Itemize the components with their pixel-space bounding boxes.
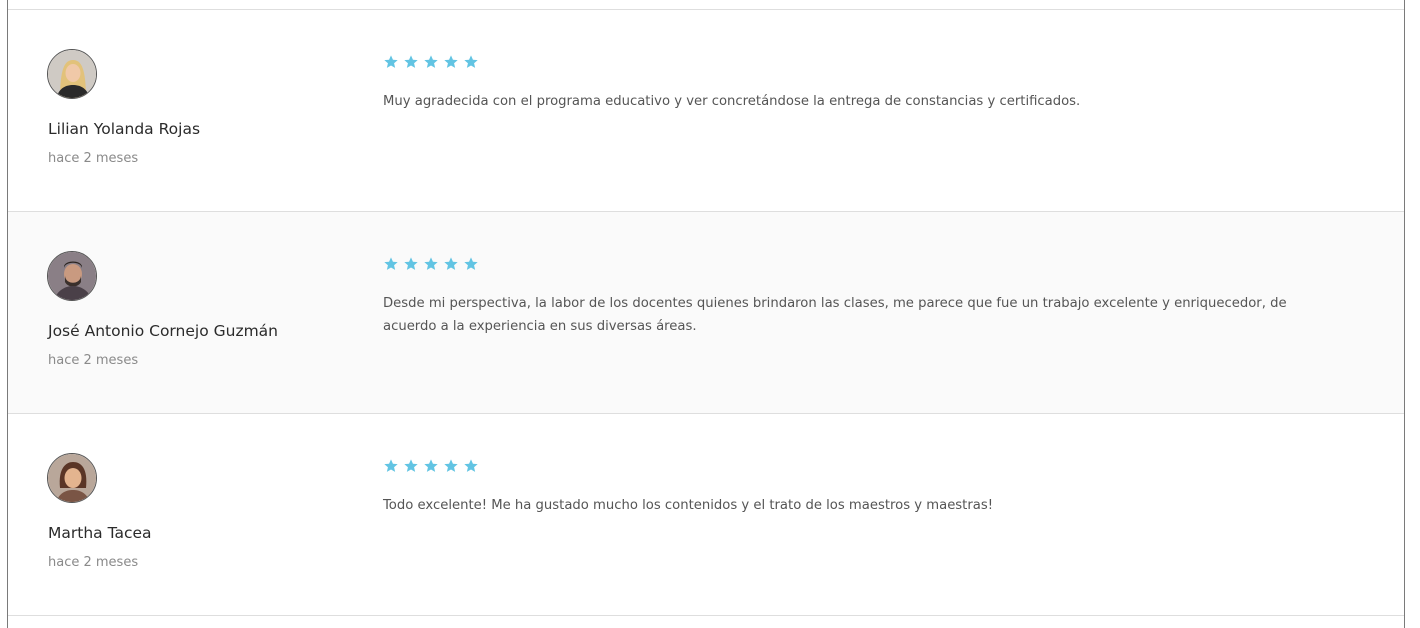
star-icon <box>423 256 439 272</box>
star-rating <box>383 256 479 274</box>
review-time: hace 2 meses <box>48 555 139 570</box>
star-icon <box>403 458 419 474</box>
review-item: Martha Tacea hace 2 meses Todo excelente… <box>8 413 1404 615</box>
star-icon <box>383 458 399 474</box>
star-icon <box>423 54 439 70</box>
star-icon <box>443 54 459 70</box>
star-rating <box>383 458 479 476</box>
star-icon <box>443 256 459 272</box>
review-comment: Todo excelente! Me ha gustado mucho los … <box>383 498 994 513</box>
review-comment: Desde mi perspectiva, la labor de los do… <box>383 296 1287 334</box>
review-item: Lilian Yolanda Rojas hace 2 meses Muy ag… <box>8 9 1404 211</box>
avatar[interactable] <box>47 453 97 503</box>
review-author: Lilian Yolanda Rojas <box>48 120 201 138</box>
review-item: José Antonio Cornejo Guzmán hace 2 meses… <box>8 211 1404 413</box>
avatar[interactable] <box>47 251 97 301</box>
star-icon <box>403 256 419 272</box>
divider <box>8 615 1404 616</box>
review-comment: Muy agradecida con el programa educativo… <box>383 94 1081 109</box>
star-rating <box>383 54 479 72</box>
reviews-list: Lilian Yolanda Rojas hace 2 meses Muy ag… <box>7 0 1405 628</box>
star-icon <box>403 54 419 70</box>
review-time: hace 2 meses <box>48 151 139 166</box>
review-author: Martha Tacea <box>48 524 152 542</box>
star-icon <box>383 256 399 272</box>
review-author: José Antonio Cornejo Guzmán <box>48 322 278 340</box>
star-icon <box>423 458 439 474</box>
star-icon <box>443 458 459 474</box>
review-time: hace 2 meses <box>48 353 139 368</box>
star-icon <box>383 54 399 70</box>
star-icon <box>463 458 479 474</box>
star-icon <box>463 256 479 272</box>
avatar[interactable] <box>47 49 97 99</box>
star-icon <box>463 54 479 70</box>
